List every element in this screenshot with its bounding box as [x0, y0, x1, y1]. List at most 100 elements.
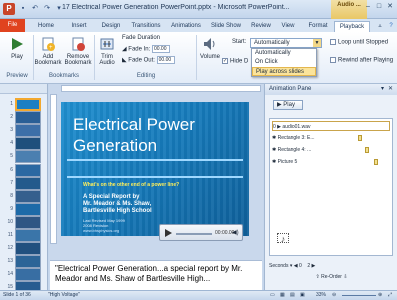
powerpoint-app-icon[interactable]: P [3, 3, 15, 15]
redo-icon[interactable]: ↷ [42, 4, 52, 14]
chevron-down-icon[interactable]: ▼ [313, 39, 321, 47]
chevron-down-icon[interactable]: ▾ [381, 84, 384, 95]
tab-design[interactable]: Design [96, 21, 126, 32]
tab-animations[interactable]: Animations [167, 21, 205, 32]
animation-pane-header: Animation Pane ▾ ✕ [265, 84, 397, 95]
maximize-icon[interactable]: □ [374, 2, 384, 12]
tab-slide-show[interactable]: Slide Show [207, 21, 245, 32]
timing-bar[interactable] [358, 135, 362, 141]
volume-icon [204, 38, 215, 50]
tab-home[interactable]: Home [32, 21, 60, 32]
fit-to-window-icon[interactable]: ⤢ [388, 291, 392, 300]
slide-thumbnail-number: 7 [10, 179, 13, 186]
slide-thumbnail[interactable]: 12 [4, 242, 44, 256]
slide-title-line-1: Electrical Power [73, 115, 195, 134]
slide-thumbnail[interactable]: 9 [4, 202, 44, 216]
animation-item-rectangle-4[interactable]: ✱ Rectangle 4: ... [272, 145, 311, 155]
player-seek-bar[interactable] [176, 233, 212, 235]
loop-until-stopped-checkbox[interactable] [330, 39, 336, 45]
timeline-scroll-right[interactable]: ▶ [312, 263, 316, 269]
slide-thumbnail[interactable]: 3 [4, 124, 44, 138]
undo-icon[interactable]: ↶ [30, 4, 40, 14]
title-bar: P ▪ ↶ ↷ ▾ 17 Electrical Power Generation… [0, 0, 397, 19]
view-normal-icon[interactable]: ▭ [270, 291, 275, 300]
player-play-icon[interactable] [165, 229, 172, 237]
help-icon[interactable]: ? [386, 21, 396, 32]
volume-button[interactable]: Volume [199, 36, 221, 60]
rewind-after-playing-checkbox[interactable] [330, 57, 336, 63]
audio-clip-icon[interactable]: ♪ [277, 233, 289, 244]
timing-bar[interactable] [365, 147, 369, 153]
add-bookmark-icon: + [42, 37, 55, 51]
view-sorter-icon[interactable]: ▦ [280, 291, 285, 300]
start-option-on-click[interactable]: On Click [252, 58, 316, 67]
current-slide[interactable]: Electrical Power Generation What's on th… [61, 102, 249, 236]
animation-item-audio[interactable]: 0 ▶ audio01.wav [272, 121, 390, 131]
group-label-preview: Preview [6, 73, 28, 79]
trim-audio-button[interactable]: Trim Audio [96, 36, 118, 66]
remove-bookmark-button[interactable]: Remove Bookmark [63, 36, 93, 66]
start-option-play-across-slides[interactable]: Play across slides [252, 67, 316, 76]
slide-thumbnail-image [15, 215, 41, 229]
slide-website-link[interactable]: www.bhsphysics.org [83, 228, 119, 233]
slide-subtitle[interactable]: What's on the other end of a power line? [83, 182, 179, 188]
slide-thumbnail[interactable]: 11 [4, 229, 44, 242]
view-slideshow-icon[interactable]: ▣ [300, 291, 305, 300]
hide-during-show-row[interactable]: ✓ Hide D [222, 58, 248, 65]
tab-transitions[interactable]: Transitions [127, 21, 165, 32]
slide-thumbnail[interactable]: 1 [4, 98, 44, 111]
animation-item-picture-5[interactable]: ✱ Picture 5 [272, 157, 297, 167]
tab-insert[interactable]: Insert [64, 21, 94, 32]
slide-thumbnail[interactable]: 14 [4, 268, 44, 282]
slide-thumbnail[interactable]: 7 [4, 176, 44, 190]
tab-playback[interactable]: Playback [334, 21, 370, 32]
slide-thumbnail[interactable]: 6 [4, 163, 44, 177]
tab-view[interactable]: View [277, 21, 299, 32]
slide-thumbnail[interactable]: 8 [4, 189, 44, 203]
group-label-editing: Editing [136, 73, 156, 79]
trim-audio-icon [100, 38, 114, 50]
play-preview-button[interactable]: Play [6, 36, 28, 60]
close-icon[interactable]: ✕ [388, 84, 393, 95]
slide-thumbnail-image [15, 242, 41, 256]
loop-until-stopped-row[interactable]: Loop until Stopped [330, 39, 388, 46]
hide-during-show-label: Hide D [230, 58, 249, 65]
tab-format[interactable]: Format [304, 21, 332, 32]
ribbon-divider [94, 35, 95, 80]
minimize-icon[interactable]: – [363, 2, 373, 12]
add-bookmark-button[interactable]: + Add Bookmark [34, 36, 62, 66]
timing-bar[interactable] [374, 159, 378, 165]
slide-thumbnail[interactable]: 2 [4, 111, 44, 125]
hide-during-show-checkbox[interactable]: ✓ [222, 58, 228, 64]
slide-thumbnail[interactable]: 10 [4, 215, 44, 229]
zoom-slider[interactable] [342, 295, 376, 296]
rewind-after-playing-label: Rewind after Playing [338, 57, 394, 64]
animation-item-rectangle-3[interactable]: ✱ Rectangle 3: E... [272, 133, 315, 143]
view-reading-icon[interactable]: ▤ [290, 291, 295, 300]
close-icon[interactable]: ✕ [385, 2, 395, 12]
minimize-ribbon-icon[interactable]: ▵ [375, 21, 385, 32]
ribbon-divider [196, 35, 197, 80]
fade-in-spinner[interactable]: 00.00 [151, 45, 170, 53]
speaker-notes[interactable]: "Electrical Power Generation...a special… [50, 260, 262, 290]
zoom-in-icon[interactable]: ⊕ [378, 291, 382, 300]
tab-file[interactable]: File [0, 19, 25, 32]
animation-play-button[interactable]: ▶ Play [273, 100, 303, 110]
zoom-out-icon[interactable]: ⊖ [332, 291, 336, 300]
tab-review[interactable]: Review [247, 21, 275, 32]
save-icon[interactable]: ▪ [18, 4, 28, 14]
start-option-automatically[interactable]: Automatically [252, 49, 316, 58]
slide-thumbnail[interactable]: 13 [4, 255, 44, 269]
move-down-icon[interactable]: ⇩ [343, 274, 347, 280]
seconds-dropdown[interactable]: Seconds [269, 263, 288, 269]
slide-title[interactable]: Electrical Power Generation [73, 114, 195, 156]
start-select[interactable]: Automatically ▼ [250, 38, 322, 48]
play-icon [12, 38, 23, 50]
audio-player-bar: 00:00.00 ◀) [159, 224, 243, 241]
fade-out-spinner[interactable]: 00.00 [156, 56, 175, 64]
slide-thumbnail[interactable]: 5 [4, 150, 44, 164]
player-volume-icon[interactable]: ◀) [232, 229, 239, 236]
slide-thumbnail[interactable]: 4 [4, 137, 44, 151]
slide-body-text[interactable]: A Special Report by Mr. Meador & Ms. Sha… [83, 194, 152, 215]
rewind-after-playing-row[interactable]: Rewind after Playing [330, 57, 393, 64]
